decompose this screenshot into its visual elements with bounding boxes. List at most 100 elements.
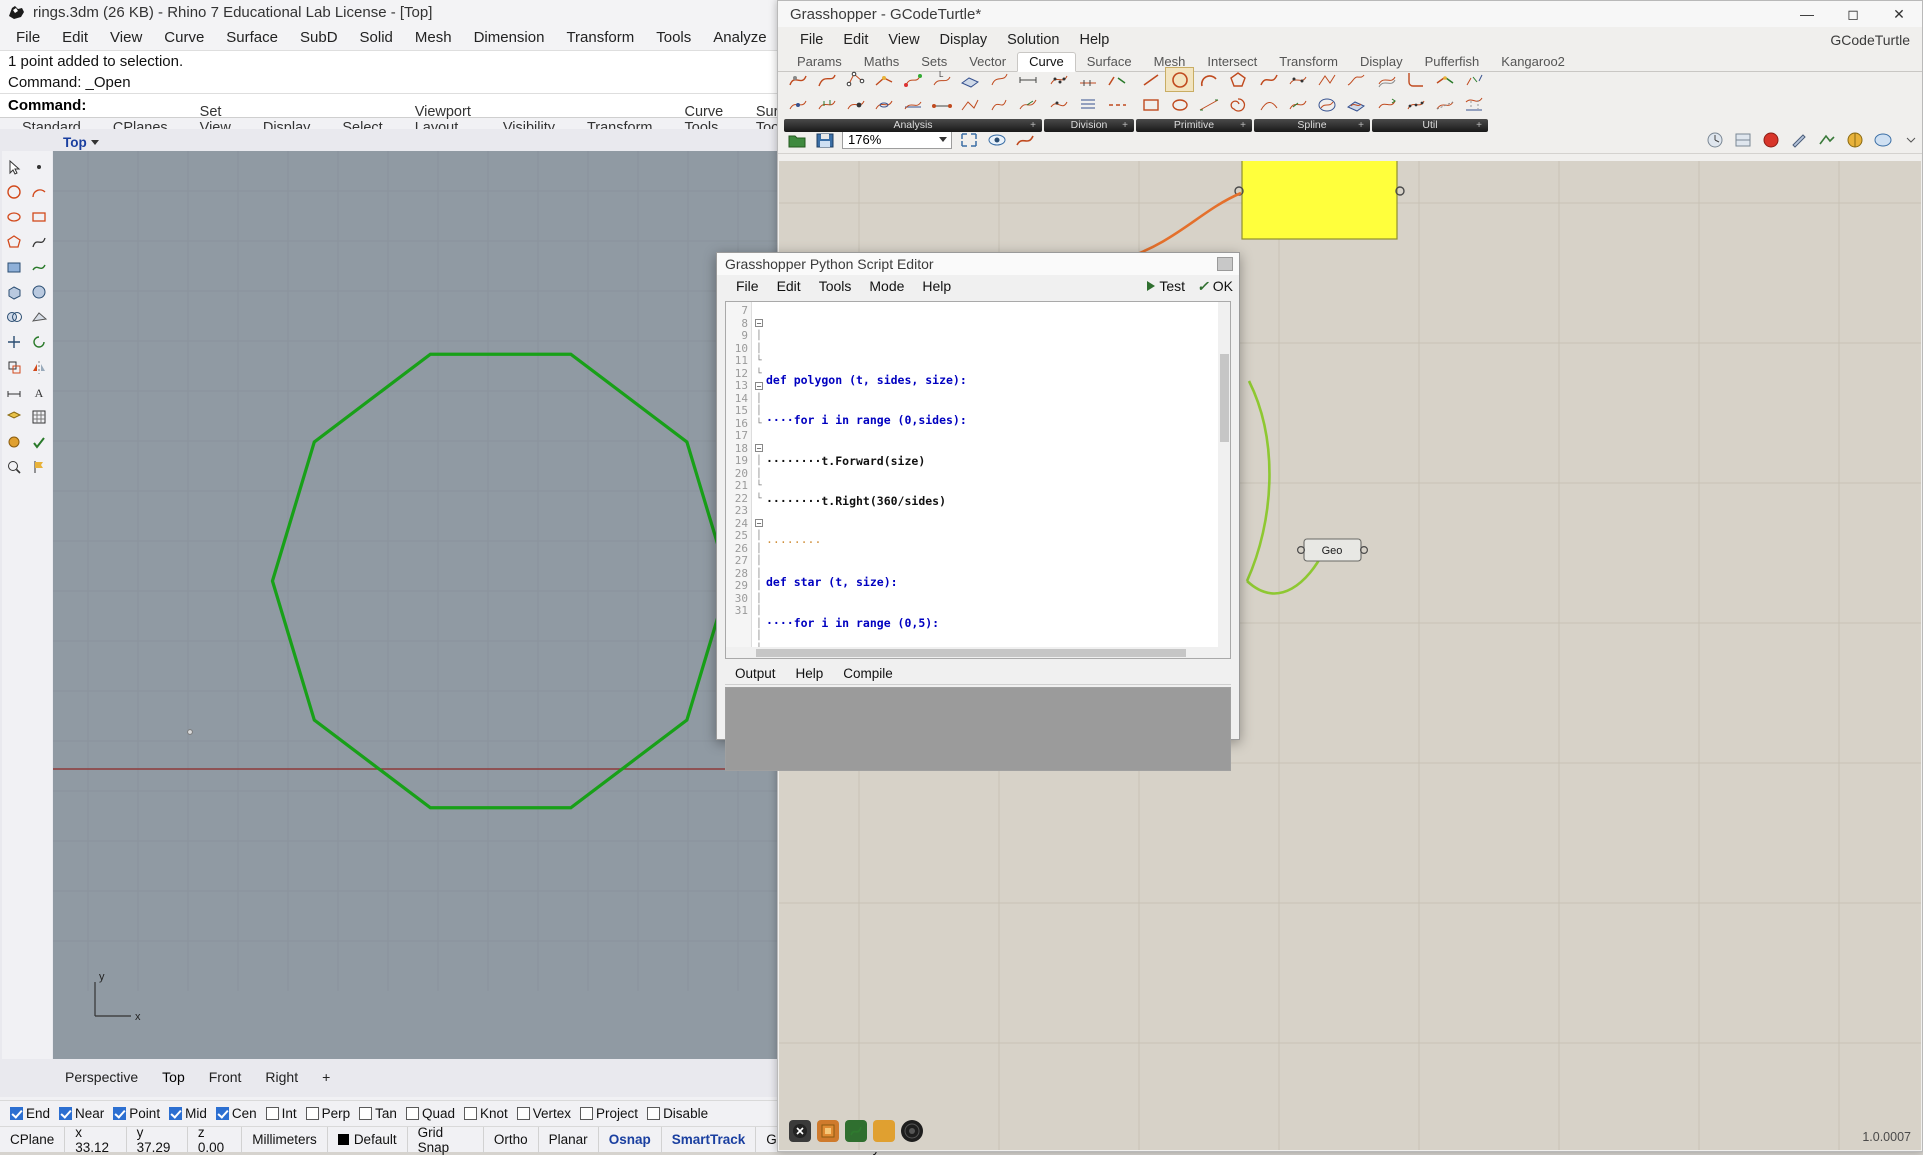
fold-marker[interactable]: − (752, 518, 766, 531)
control-points-icon[interactable] (841, 67, 870, 92)
render-icon[interactable] (2, 430, 27, 455)
status-toggle-gridsnap[interactable]: Grid Snap (408, 1127, 484, 1153)
py-menu-tools[interactable]: Tools (810, 277, 861, 295)
osnap-project-checkbox[interactable] (580, 1107, 593, 1120)
rhino-menu-dimension[interactable]: Dimension (463, 26, 556, 49)
osnap-cen[interactable]: Cen (216, 1106, 257, 1121)
code-fold-gutter[interactable]: − │ │ └ └ − │ │ └ − │ │ └ └ − │ │ │ │ │ … (752, 302, 766, 658)
python-editor-menubar[interactable]: File Edit Tools Mode Help Test ✓OK (717, 275, 1239, 297)
rhino-menu-edit[interactable]: Edit (51, 26, 99, 49)
curve-domain-icon[interactable] (927, 92, 956, 117)
planar-icon[interactable] (956, 67, 985, 92)
viewport-tab-perspective[interactable]: Perspective (53, 1067, 150, 1087)
py-menu-file[interactable]: File (727, 277, 768, 295)
spiral-icon[interactable] (1223, 92, 1252, 117)
status-units[interactable]: Millimeters (242, 1127, 328, 1153)
ribbon-group-analysis-expand-icon[interactable]: + (1030, 120, 1036, 131)
zoom-combobox[interactable]: 176% (842, 130, 952, 149)
bezier-span-icon[interactable] (1254, 92, 1283, 117)
osnap-quad[interactable]: Quad (406, 1106, 455, 1121)
osnap-int[interactable]: Int (266, 1106, 297, 1121)
ellipse-primitive-icon[interactable] (1165, 92, 1194, 117)
viewport-chevron-down-icon[interactable] (91, 140, 99, 145)
mesh-icon[interactable] (27, 305, 52, 330)
document-preview-icon[interactable] (1732, 129, 1754, 151)
open-file-icon[interactable] (786, 129, 808, 151)
arc-icon[interactable] (27, 180, 52, 205)
fillet-icon[interactable] (1401, 67, 1430, 92)
python-code-editor[interactable]: 7 8 9 10 11 12 13 14 15 16 17 18 19 20 2… (725, 301, 1231, 659)
osnap-tan[interactable]: Tan (359, 1106, 397, 1121)
ribbon-group-spline-label[interactable]: Spline + (1254, 119, 1370, 132)
rhino-menu-file[interactable]: File (5, 26, 51, 49)
window-controls[interactable]: — ◻ ✕ (1784, 1, 1922, 27)
status-stop-icon[interactable] (789, 1120, 811, 1142)
sphere-icon[interactable] (27, 280, 52, 305)
test-button[interactable]: Test (1147, 278, 1185, 294)
preview-shaded-icon[interactable] (1760, 129, 1782, 151)
minimize-icon[interactable]: — (1784, 1, 1830, 27)
ribbon-group-division-label[interactable]: Division + (1044, 119, 1134, 132)
code-horizontal-scrollbar[interactable] (726, 647, 1230, 658)
osnap-vertex-checkbox[interactable] (517, 1107, 530, 1120)
status-toggle-planar[interactable]: Planar (539, 1127, 599, 1153)
py-menu-edit[interactable]: Edit (768, 277, 810, 295)
point-icon[interactable] (27, 155, 52, 180)
osnap-quad-checkbox[interactable] (406, 1107, 419, 1120)
gh-menu-file[interactable]: File (790, 30, 833, 50)
rhino-menu-solid[interactable]: Solid (349, 26, 404, 49)
close-icon[interactable]: ✕ (1876, 1, 1922, 27)
rhino-sidebar-toolbar[interactable]: A (2, 151, 52, 1059)
status-toggle-ortho[interactable]: Ortho (484, 1127, 539, 1153)
end-points-icon[interactable] (899, 67, 928, 92)
circle-icon[interactable] (2, 180, 27, 205)
kinky-curve-icon[interactable] (1312, 67, 1341, 92)
curve-frames-icon[interactable] (813, 92, 842, 117)
flip-curve-icon[interactable] (1372, 92, 1401, 117)
analyze-icon[interactable] (2, 455, 27, 480)
osnap-end-checkbox[interactable] (10, 1107, 23, 1120)
rhino-menu-transform[interactable]: Transform (555, 26, 645, 49)
ribbon-group-util-icons[interactable] (1372, 67, 1488, 92)
horizontal-frames-icon[interactable] (899, 92, 928, 117)
output-tab-output[interactable]: Output (725, 665, 786, 684)
circle-primitive-icon[interactable] (1165, 67, 1194, 92)
scale-icon[interactable] (2, 355, 27, 380)
point-on-curve-icon[interactable] (841, 92, 870, 117)
rhino-menu-mesh[interactable]: Mesh (404, 26, 463, 49)
rhino-menu-view[interactable]: View (99, 26, 153, 49)
status-record-icon[interactable] (901, 1120, 923, 1142)
grid-icon[interactable] (27, 405, 52, 430)
join-curves-icon[interactable] (1430, 67, 1459, 92)
evaluate-length-icon[interactable]: L (927, 67, 956, 92)
ribbon-group-spline-expand-icon[interactable]: + (1358, 120, 1364, 131)
status-warning-icon[interactable] (817, 1120, 839, 1142)
grasshopper-statusbar[interactable]: 1.0.0007 (779, 1112, 1921, 1150)
boolean-icon[interactable] (2, 305, 27, 330)
osnap-cen-checkbox[interactable] (216, 1107, 229, 1120)
gh-tab-curve[interactable]: Curve (1017, 52, 1076, 72)
curve-icon[interactable] (27, 230, 52, 255)
box-icon[interactable] (2, 280, 27, 305)
ribbon-group-spline-icons[interactable] (1254, 67, 1370, 92)
widget-more-icon[interactable] (1900, 129, 1922, 151)
status-layer[interactable]: Default (328, 1127, 408, 1153)
gh-menu-display[interactable]: Display (930, 30, 998, 50)
osnap-perp-checkbox[interactable] (306, 1107, 319, 1120)
dash-pattern-icon[interactable] (1102, 92, 1131, 117)
rotate-icon[interactable] (27, 330, 52, 355)
dimension-icon[interactable] (2, 380, 27, 405)
rhino-menu-surface[interactable]: Surface (215, 26, 289, 49)
torsion-icon[interactable] (985, 92, 1014, 117)
offset-curve-icon[interactable] (1372, 67, 1401, 92)
contour-icon[interactable] (1073, 92, 1102, 117)
tangent-curve-icon[interactable] (1283, 92, 1312, 117)
fold-marker[interactable]: − (752, 380, 766, 393)
status-profiler-bars-icon[interactable] (873, 1120, 895, 1142)
explode-icon[interactable] (1459, 67, 1488, 92)
ribbon-group-primitive-icons-row2[interactable] (1136, 92, 1252, 117)
rebuild-curve-icon[interactable] (1401, 92, 1430, 117)
osnap-disable-checkbox[interactable] (647, 1107, 660, 1120)
project-curve-icon[interactable] (1459, 92, 1488, 117)
python-editor-minimize-icon[interactable] (1217, 257, 1233, 271)
